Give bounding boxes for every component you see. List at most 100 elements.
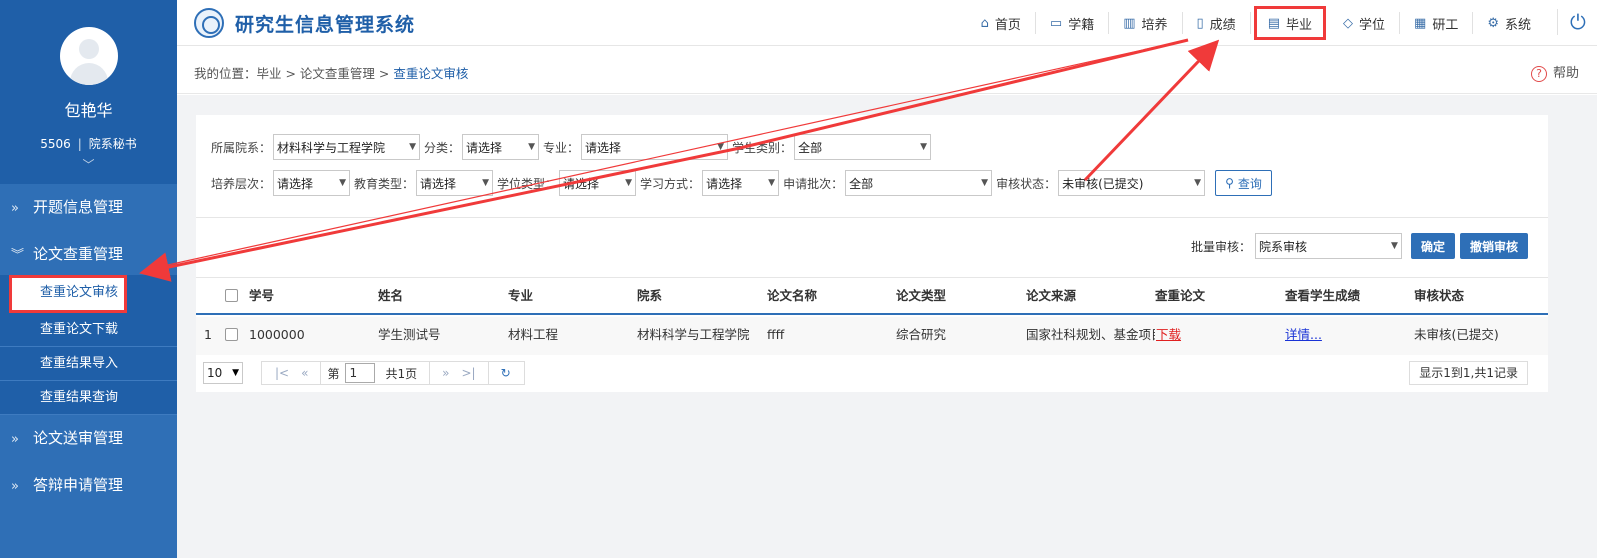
sidebar-group-proposal[interactable]: » 开题信息管理 bbox=[0, 184, 177, 231]
row-index: 1 bbox=[204, 327, 212, 342]
nav-enrollment[interactable]: ▭ 学籍 bbox=[1036, 12, 1110, 34]
pager-nav: |< « 第 1 共1页 » >| ↻ bbox=[261, 361, 525, 385]
certificate-icon: ▤ bbox=[1267, 15, 1280, 31]
column-header[interactable]: 论文类型 bbox=[896, 278, 946, 314]
edu-type-select[interactable]: 请选择 ▼ bbox=[416, 170, 494, 196]
user-meta: 5506 | 院系秘书 bbox=[40, 137, 137, 151]
breadcrumb-bar: 我的位置：毕业 > 论文查重管理 > 查重论文审核 ? 帮助 bbox=[177, 46, 1597, 94]
student-dept: 材料科学与工程学院 bbox=[637, 327, 750, 342]
top-header: 研究生信息管理系统 ⌂ 首页 ▭ 学籍 ▥ 培养 ▯ 成绩 ▤ 毕业 ◇ 学位 ▦ 研工 ⚙ 系… bbox=[177, 0, 1597, 46]
chevron-down-icon: ▼ bbox=[1391, 241, 1398, 251]
column-header[interactable]: 论文名称 bbox=[767, 278, 817, 314]
grid-icon: ▦ bbox=[1414, 15, 1427, 31]
nav-system[interactable]: ⚙ 系统 bbox=[1473, 12, 1545, 34]
chevron-down-icon: ▼ bbox=[920, 142, 928, 152]
batch-select[interactable]: 全部 ▼ bbox=[845, 170, 993, 196]
app-title: 研究生信息管理系统 bbox=[235, 14, 416, 36]
nav-graduation[interactable]: ▤ 毕业 bbox=[1253, 6, 1326, 40]
chevron-down-icon: ▼ bbox=[232, 368, 239, 378]
breadcrumb: 我的位置：毕业 > 论文查重管理 > 查重论文审核 bbox=[194, 66, 469, 81]
review-status-select[interactable]: 未审核(已提交) ▼ bbox=[1058, 170, 1206, 196]
chart-icon: ▥ bbox=[1123, 15, 1136, 31]
sidebar-item-plagiarism-download[interactable]: 查重论文下载 bbox=[0, 313, 177, 347]
double-chevron-icon: » bbox=[11, 432, 19, 447]
chevron-down-icon: ▼ bbox=[409, 142, 417, 152]
nav-home[interactable]: ⌂ 首页 bbox=[967, 12, 1036, 34]
breadcrumb-current: 查重论文审核 bbox=[393, 66, 469, 81]
degree-type-select[interactable]: 请选择 ▼ bbox=[559, 170, 637, 196]
gear-icon: ⚙ bbox=[1487, 15, 1499, 31]
level-select[interactable]: 请选择 ▼ bbox=[273, 170, 351, 196]
sidebar-group-submission[interactable]: » 论文送审管理 bbox=[0, 415, 177, 462]
nav-student-affairs[interactable]: ▦ 研工 bbox=[1400, 12, 1474, 34]
chevron-down-icon: ▼ bbox=[482, 178, 490, 188]
study-mode-select[interactable]: 请选择 ▼ bbox=[702, 170, 780, 196]
prev-page-icon[interactable]: « bbox=[301, 366, 308, 380]
student-name: 学生测试号 bbox=[378, 327, 441, 342]
filter-row-1: 所属院系： 材料科学与工程学院 ▼ 分类： 请选择 ▼ 专业： 请选择 ▼ 学生类别：… bbox=[211, 134, 935, 160]
page-input[interactable]: 1 bbox=[345, 363, 376, 383]
column-header[interactable]: 查重论文 bbox=[1155, 278, 1205, 314]
sidebar-submenu: 查重论文审核 查重论文下载 查重结果导入 查重结果查询 bbox=[0, 275, 177, 415]
column-header[interactable]: 查看学生成绩 bbox=[1285, 278, 1360, 314]
record-summary: 显示1到1,共1记录 bbox=[1409, 361, 1528, 385]
document-icon: ▯ bbox=[1196, 15, 1204, 31]
last-page-icon[interactable]: >| bbox=[461, 366, 475, 380]
graduation-cap-icon: ◇ bbox=[1343, 15, 1353, 31]
double-chevron-icon: » bbox=[11, 479, 19, 494]
column-header[interactable]: 审核状态 bbox=[1414, 278, 1464, 314]
home-icon: ⌂ bbox=[980, 15, 989, 31]
sidebar: 包艳华 5506 | 院系秘书 ﹀ » 开题信息管理 ︾ 论文查重管理 查重论文审核 查… bbox=[0, 0, 177, 558]
download-link[interactable]: 下载 bbox=[1156, 317, 1181, 353]
grades-detail-link[interactable]: 详情... bbox=[1285, 317, 1322, 353]
divider bbox=[196, 217, 1548, 218]
user-profile: 包艳华 5506 | 院系秘书 ﹀ bbox=[0, 0, 177, 184]
sidebar-group-plagiarism[interactable]: ︾ 论文查重管理 bbox=[0, 231, 177, 278]
sidebar-item-plagiarism-review[interactable]: 查重论文审核 bbox=[9, 275, 127, 313]
chevron-down-icon[interactable]: ﹀ bbox=[0, 156, 177, 173]
university-logo bbox=[194, 8, 224, 38]
confirm-button[interactable]: 确定 bbox=[1410, 233, 1455, 259]
next-page-icon[interactable]: » bbox=[442, 366, 449, 380]
select-all-checkbox[interactable] bbox=[225, 289, 238, 302]
category-select[interactable]: 请选择 ▼ bbox=[462, 134, 540, 160]
pagination: 10 ▼ |< « 第 1 共1页 » >| ↻ bbox=[203, 361, 525, 385]
column-header[interactable]: 院系 bbox=[637, 278, 662, 314]
batch-review: 批量审核： 院系审核 ▼ 确定 撤销审核 bbox=[1191, 233, 1528, 259]
table-row: 1 1000000 学生测试号 材料工程 材料科学与工程学院 ffff 综合研究… bbox=[196, 317, 1548, 355]
revoke-review-button[interactable]: 撤销审核 bbox=[1459, 233, 1528, 259]
chevron-down-icon: ▼ bbox=[339, 178, 347, 188]
department-select[interactable]: 材料科学与工程学院 ▼ bbox=[273, 134, 421, 160]
column-header[interactable]: 专业 bbox=[508, 278, 533, 314]
double-chevron-icon: » bbox=[11, 201, 19, 216]
column-header[interactable]: 学号 bbox=[249, 278, 274, 314]
query-button[interactable]: ⚲ 查询 bbox=[1215, 170, 1272, 196]
student-type-select[interactable]: 全部 ▼ bbox=[794, 134, 932, 160]
sidebar-item-result-query[interactable]: 查重结果查询 bbox=[0, 381, 177, 415]
thesis-type: 综合研究 bbox=[896, 327, 947, 342]
help-link[interactable]: ? 帮助 bbox=[1530, 62, 1579, 82]
main-panel: 所属院系： 材料科学与工程学院 ▼ 分类： 请选择 ▼ 专业： 请选择 ▼ 学生类别：… bbox=[196, 115, 1548, 392]
first-page-icon[interactable]: |< bbox=[275, 366, 289, 380]
column-header[interactable]: 论文来源 bbox=[1026, 278, 1076, 314]
power-icon[interactable]: ⏻ bbox=[1557, 9, 1586, 35]
sidebar-item-result-import[interactable]: 查重结果导入 bbox=[0, 347, 177, 381]
nav-training[interactable]: ▥ 培养 bbox=[1109, 12, 1183, 34]
chevron-down-icon: ▼ bbox=[528, 142, 536, 152]
chevron-down-icon: ▼ bbox=[1194, 178, 1202, 188]
row-checkbox[interactable] bbox=[225, 328, 238, 341]
refresh-icon[interactable]: ↻ bbox=[501, 366, 511, 380]
double-chevron-down-icon: ︾ bbox=[11, 248, 25, 263]
user-name: 包艳华 bbox=[64, 101, 113, 120]
student-major: 材料工程 bbox=[508, 327, 559, 342]
nav-grades[interactable]: ▯ 成绩 bbox=[1183, 12, 1251, 34]
major-select[interactable]: 请选择 ▼ bbox=[581, 134, 729, 160]
page-size-select[interactable]: 10 ▼ bbox=[203, 362, 243, 384]
sidebar-group-defense[interactable]: » 答辩申请管理 bbox=[0, 462, 177, 509]
column-header[interactable]: 姓名 bbox=[378, 278, 403, 314]
search-icon: ⚲ bbox=[1225, 176, 1234, 190]
nav-degree[interactable]: ◇ 学位 bbox=[1329, 12, 1401, 34]
batch-review-select[interactable]: 院系审核 ▼ bbox=[1254, 233, 1402, 259]
user-role: 院系秘书 bbox=[88, 137, 137, 151]
table-header: 学号 姓名 专业 院系 论文名称 论文类型 论文来源 查重论文 查看学生成绩 审… bbox=[196, 277, 1548, 315]
